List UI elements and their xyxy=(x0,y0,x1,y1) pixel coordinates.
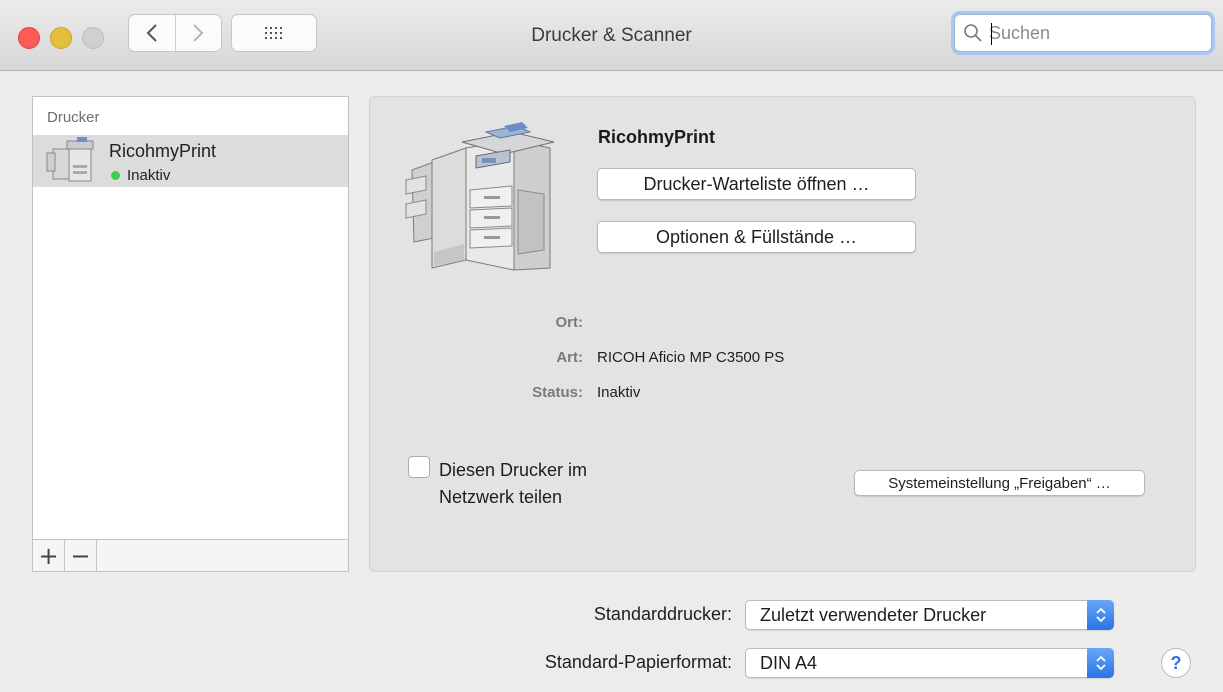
printer-list: Drucker RicohmyPrint Inaktiv xyxy=(32,96,349,540)
select-arrows-icon xyxy=(1087,648,1114,678)
sharing-preferences-button[interactable]: Systemeinstellung „Freigaben“ … xyxy=(854,470,1145,496)
share-printer-checkbox[interactable] xyxy=(408,456,430,478)
status-label: Status: xyxy=(532,384,583,401)
status-value: Inaktiv xyxy=(597,384,641,401)
printer-list-item-status: Inaktiv xyxy=(127,167,171,184)
printer-list-toolbar: + − xyxy=(32,540,349,572)
printer-image xyxy=(405,122,555,271)
search-input[interactable] xyxy=(989,21,1199,45)
status-indicator xyxy=(111,171,120,180)
text-cursor xyxy=(991,23,992,45)
search-field[interactable] xyxy=(954,14,1212,52)
printer-list-header: Drucker xyxy=(47,109,100,126)
default-printer-value: Zuletzt verwendeter Drucker xyxy=(760,605,987,625)
options-supplies-button[interactable]: Optionen & Füllstände … xyxy=(597,221,916,253)
printer-name: RicohmyPrint xyxy=(598,127,716,147)
location-label: Ort: xyxy=(555,314,584,331)
remove-printer-button[interactable]: − xyxy=(65,540,97,571)
share-printer-checkbox-label[interactable]: Diesen Drucker im Netzwerk teilen xyxy=(439,457,659,511)
printer-list-item-name: RicohmyPrint xyxy=(109,141,217,161)
printer-icon xyxy=(46,137,94,182)
default-paper-size-value: DIN A4 xyxy=(760,653,818,673)
open-print-queue-button[interactable]: Drucker-Warteliste öffnen … xyxy=(597,168,916,200)
select-arrows-icon xyxy=(1087,600,1114,630)
type-value: RICOH Aficio MP C3500 PS xyxy=(597,349,785,366)
help-button[interactable]: ? xyxy=(1161,648,1191,678)
default-paper-size-select[interactable]: DIN A4 xyxy=(745,648,1114,678)
type-label: Art: xyxy=(556,349,583,366)
default-printer-select[interactable]: Zuletzt verwendeter Drucker xyxy=(745,600,1114,630)
default-printer-label: Standarddrucker: xyxy=(593,604,732,624)
printer-list-item[interactable]: RicohmyPrint Inaktiv xyxy=(33,135,348,187)
title-bar: Drucker & Scanner xyxy=(0,0,1223,71)
add-printer-button[interactable]: + xyxy=(33,540,65,571)
default-paper-size-label: Standard-Papierformat: xyxy=(544,652,732,672)
search-icon xyxy=(964,24,982,42)
